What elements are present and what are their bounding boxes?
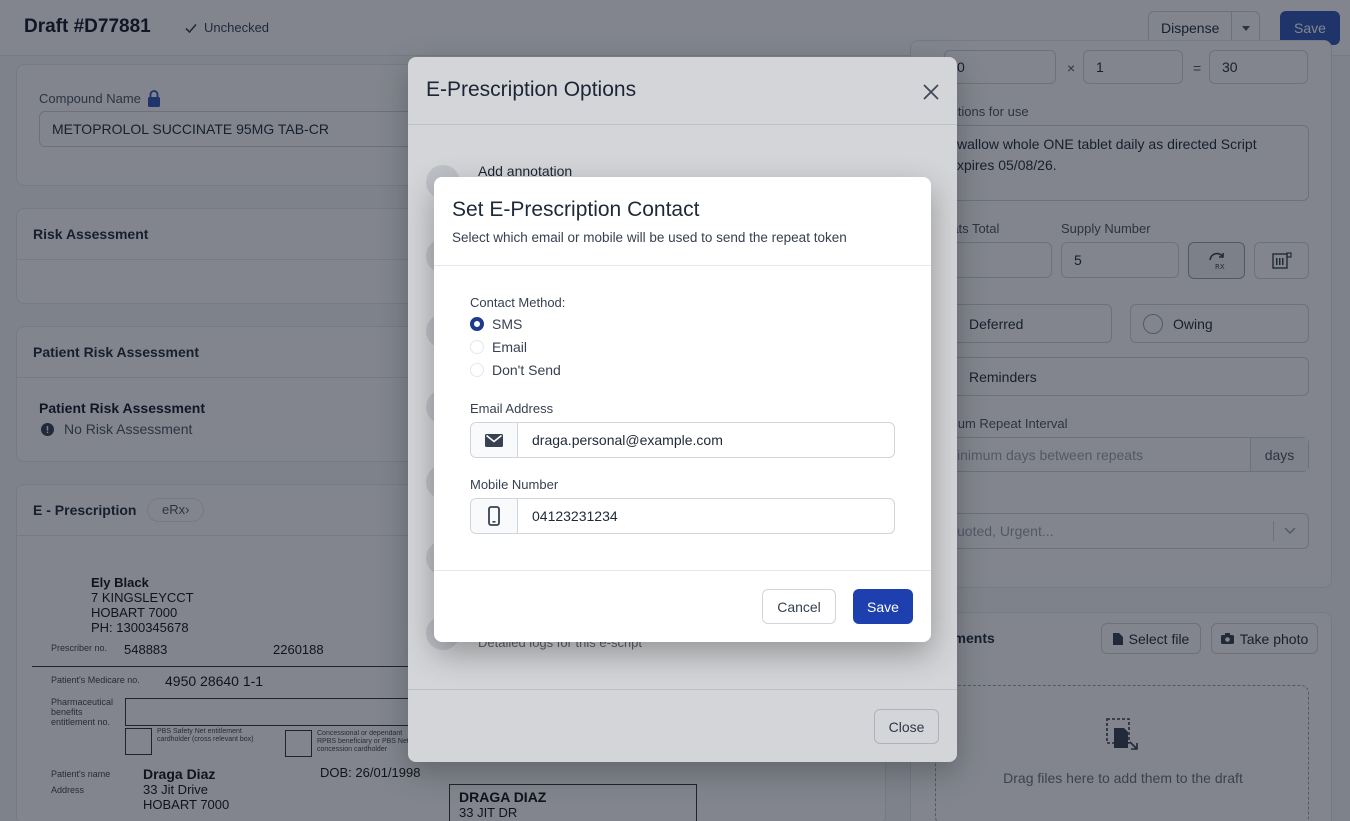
- mobile-addon: [471, 499, 518, 533]
- divider: [434, 265, 931, 266]
- contact-modal-title: Set E-Prescription Contact: [452, 198, 700, 221]
- mobile-phone-icon: [488, 506, 500, 526]
- email-label: Email Address: [470, 401, 554, 416]
- radio-label: Don't Send: [492, 362, 561, 378]
- email-input[interactable]: draga.personal@example.com: [518, 423, 894, 457]
- mobile-field[interactable]: 04123231234: [470, 498, 895, 534]
- mobile-label: Mobile Number: [470, 477, 559, 492]
- contact-modal-subtitle: Select which email or mobile will be use…: [452, 230, 847, 245]
- radio-icon: [470, 340, 484, 354]
- radio-sms[interactable]: SMS: [470, 316, 522, 332]
- radio-email[interactable]: Email: [470, 339, 527, 355]
- mobile-input[interactable]: 04123231234: [518, 499, 894, 533]
- radio-dont-send[interactable]: Don't Send: [470, 362, 561, 378]
- radio-label: SMS: [492, 316, 523, 332]
- divider: [434, 570, 931, 571]
- contact-method-label: Contact Method:: [470, 295, 566, 310]
- radio-icon: [470, 317, 484, 331]
- envelope-icon: [485, 433, 503, 447]
- cancel-button[interactable]: Cancel: [762, 589, 836, 624]
- radio-label: Email: [492, 339, 528, 355]
- radio-icon: [470, 363, 484, 377]
- email-addon: [471, 423, 518, 457]
- eprescription-contact-modal: Set E-Prescription Contact Select which …: [434, 177, 931, 642]
- save-button[interactable]: Save: [853, 589, 913, 624]
- email-field[interactable]: draga.personal@example.com: [470, 422, 895, 458]
